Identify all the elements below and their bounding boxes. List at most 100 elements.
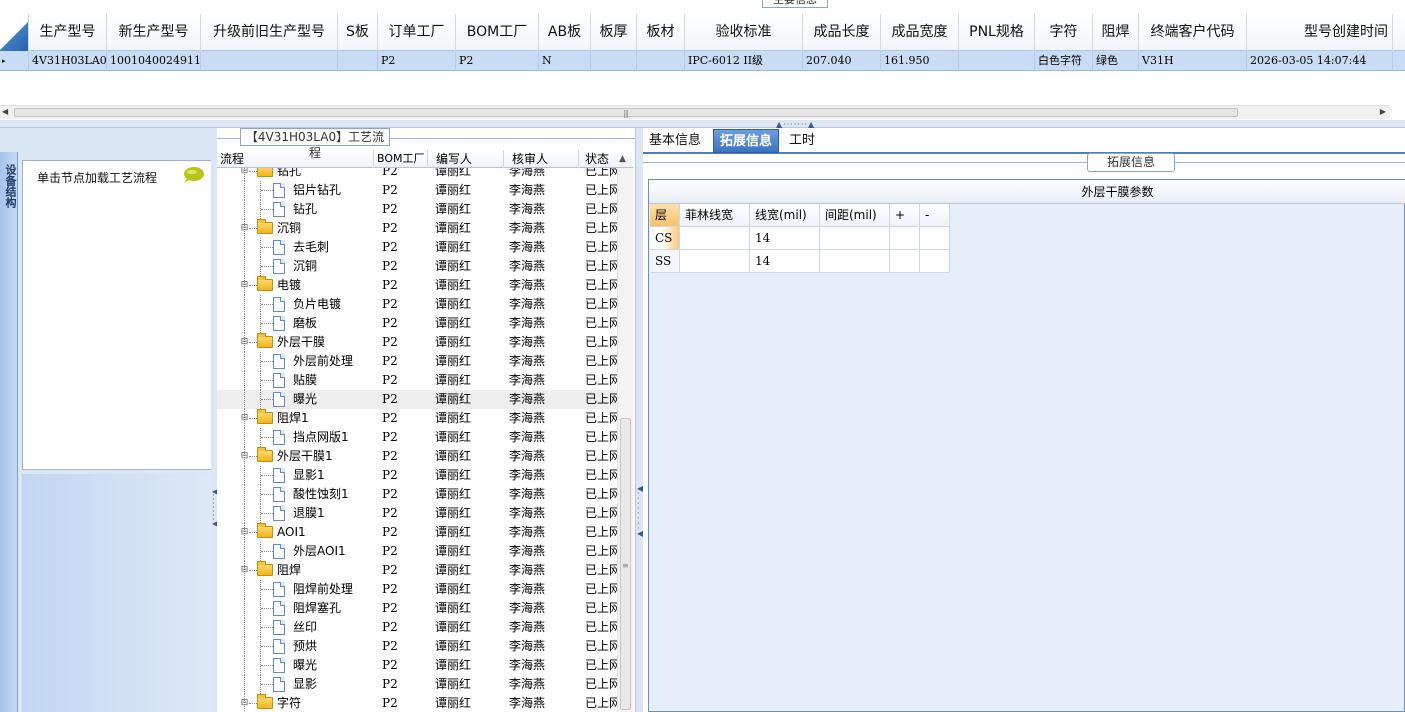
- flow-bom-cell[interactable]: P2: [379, 580, 429, 599]
- flow-step-row[interactable]: 外层前处理 P2 谭丽红 李海燕 已上网: [217, 352, 617, 371]
- flow-status-cell[interactable]: 已上网: [585, 561, 617, 580]
- grid-horizontal-scrollbar[interactable]: ◀ ||| ▶: [0, 105, 1390, 119]
- horizontal-splitter[interactable]: ▲·······▲: [0, 120, 1405, 129]
- flow-status-cell[interactable]: 已上网: [585, 200, 617, 219]
- flow-checker-cell[interactable]: 李海燕: [509, 675, 581, 694]
- col-header-status[interactable]: 状态: [579, 150, 619, 168]
- flow-checker-cell[interactable]: 李海燕: [509, 168, 581, 181]
- flow-checker-cell[interactable]: 李海燕: [509, 181, 581, 200]
- flow-checker-cell[interactable]: 李海燕: [509, 561, 581, 580]
- collapse-toggle-icon[interactable]: ⊟: [240, 528, 249, 537]
- flow-group-row[interactable]: ⊟ 沉铜 P2 谭丽红 李海燕 已上网: [217, 219, 617, 238]
- collapse-toggle-icon[interactable]: ⊟: [240, 338, 249, 347]
- cell-character[interactable]: 白色字符: [1035, 51, 1093, 71]
- flow-bom-cell[interactable]: P2: [379, 219, 429, 238]
- flow-bom-cell[interactable]: P2: [379, 371, 429, 390]
- col-header-flow[interactable]: 流程: [217, 150, 374, 168]
- flow-status-cell[interactable]: 已上网: [585, 675, 617, 694]
- flow-bom-cell[interactable]: P2: [379, 504, 429, 523]
- flow-checker-cell[interactable]: 李海燕: [509, 314, 581, 333]
- flow-writer-cell[interactable]: 谭丽红: [435, 181, 503, 200]
- flow-status-cell[interactable]: 已上网: [585, 637, 617, 656]
- flow-status-cell[interactable]: 已上网: [585, 656, 617, 675]
- flow-status-cell[interactable]: 已上网: [585, 447, 617, 466]
- flow-bom-cell[interactable]: P2: [379, 675, 429, 694]
- flow-checker-cell[interactable]: 李海燕: [509, 542, 581, 561]
- flow-bom-cell[interactable]: P2: [379, 637, 429, 656]
- flow-bom-cell[interactable]: P2: [379, 200, 429, 219]
- flow-name-cell[interactable]: ⊟ 外层干膜1: [217, 447, 374, 466]
- flow-status-cell[interactable]: 已上网: [585, 276, 617, 295]
- flow-writer-cell[interactable]: 谭丽红: [435, 675, 503, 694]
- col-header-pnl-spec[interactable]: PNL规格: [959, 14, 1035, 51]
- flow-name-cell[interactable]: 磨板: [217, 314, 374, 333]
- flow-writer-cell[interactable]: 谭丽红: [435, 466, 503, 485]
- flow-status-cell[interactable]: 已上网: [585, 219, 617, 238]
- collapse-toggle-icon[interactable]: ⊟: [240, 168, 249, 176]
- flow-checker-cell[interactable]: 李海燕: [509, 485, 581, 504]
- collapse-toggle-icon[interactable]: ⊟: [240, 699, 249, 708]
- col-header-board-thickness[interactable]: 板厚: [591, 14, 637, 51]
- param-cell[interactable]: [680, 250, 750, 273]
- flow-status-cell[interactable]: 已上网: [585, 257, 617, 276]
- flow-checker-cell[interactable]: 李海燕: [509, 694, 581, 712]
- flow-step-row[interactable]: 挡点网版1 P2 谭丽红 李海燕 已上网: [217, 428, 617, 447]
- flow-name-cell[interactable]: 去毛刺: [217, 238, 374, 257]
- cell-bom-factory[interactable]: P2: [456, 51, 539, 71]
- flow-writer-cell[interactable]: 谭丽红: [435, 371, 503, 390]
- flow-name-cell[interactable]: ⊟ 阻焊1: [217, 409, 374, 428]
- flow-name-cell[interactable]: 外层前处理: [217, 352, 374, 371]
- flow-name-cell[interactable]: 阻焊前处理: [217, 580, 374, 599]
- flow-step-row[interactable]: 磨板 P2 谭丽红 李海燕 已上网: [217, 314, 617, 333]
- flow-checker-cell[interactable]: 李海燕: [509, 238, 581, 257]
- cell-board-thickness[interactable]: [591, 51, 637, 71]
- flow-bom-cell[interactable]: P2: [379, 523, 429, 542]
- param-cell[interactable]: [820, 250, 890, 273]
- flow-writer-cell[interactable]: 谭丽红: [435, 637, 503, 656]
- process-load-panel[interactable]: 单击节点加载工艺流程: [22, 160, 212, 470]
- scrollbar-thumb[interactable]: |||: [14, 108, 1238, 118]
- flow-bom-cell[interactable]: P2: [379, 485, 429, 504]
- flow-status-cell[interactable]: 已上网: [585, 352, 617, 371]
- flow-bom-cell[interactable]: P2: [379, 181, 429, 200]
- tab-basic-info[interactable]: 基本信息: [643, 129, 707, 153]
- flow-step-row[interactable]: 去毛刺 P2 谭丽红 李海燕 已上网: [217, 238, 617, 257]
- flow-checker-cell[interactable]: 李海燕: [509, 580, 581, 599]
- scrollbar-thumb[interactable]: ≡: [620, 418, 631, 710]
- col-header-finished-length[interactable]: 成品长度: [803, 14, 881, 51]
- collapse-toggle-icon[interactable]: ⊟: [240, 281, 249, 290]
- flow-status-cell[interactable]: 已上网: [585, 371, 617, 390]
- flow-writer-cell[interactable]: 谭丽红: [435, 428, 503, 447]
- param-cell[interactable]: [920, 227, 950, 250]
- flow-writer-cell[interactable]: 谭丽红: [435, 409, 503, 428]
- flow-step-row[interactable]: 贴膜 P2 谭丽红 李海燕 已上网: [217, 371, 617, 390]
- flow-writer-cell[interactable]: 谭丽红: [435, 238, 503, 257]
- flow-checker-cell[interactable]: 李海燕: [509, 466, 581, 485]
- flow-name-cell[interactable]: 显影: [217, 675, 374, 694]
- col-header-line-width-mil[interactable]: 线宽(mil): [750, 204, 820, 227]
- flow-step-row[interactable]: 外层AOI1 P2 谭丽红 李海燕 已上网: [217, 542, 617, 561]
- flow-checker-cell[interactable]: 李海燕: [509, 599, 581, 618]
- flow-bom-cell[interactable]: P2: [379, 352, 429, 371]
- param-cell[interactable]: [890, 227, 920, 250]
- scroll-left-arrow-icon[interactable]: ◀: [2, 107, 8, 116]
- col-header-created-time[interactable]: 型号创建时间: [1247, 14, 1393, 51]
- flow-group-row[interactable]: ⊟ 阻焊1 P2 谭丽红 李海燕 已上网: [217, 409, 617, 428]
- col-header-order-factory[interactable]: 订单工厂: [378, 14, 456, 51]
- col-header-checker[interactable]: 核审人: [504, 150, 579, 168]
- col-header-customer-code[interactable]: 终端客户代码: [1139, 14, 1247, 51]
- flow-status-cell[interactable]: 已上网: [585, 238, 617, 257]
- cell-finished-width[interactable]: 161.950: [881, 51, 959, 71]
- flow-step-row[interactable]: 显影1 P2 谭丽红 李海燕 已上网: [217, 466, 617, 485]
- flow-step-row[interactable]: 沉铜 P2 谭丽红 李海燕 已上网: [217, 257, 617, 276]
- flow-writer-cell[interactable]: 谭丽红: [435, 580, 503, 599]
- flow-writer-cell[interactable]: 谭丽红: [435, 295, 503, 314]
- flow-checker-cell[interactable]: 李海燕: [509, 352, 581, 371]
- param-cell[interactable]: 14: [750, 227, 820, 250]
- cell-board-material[interactable]: [637, 51, 685, 71]
- flow-name-cell[interactable]: 预烘: [217, 637, 374, 656]
- flow-checker-cell[interactable]: 李海燕: [509, 333, 581, 352]
- add-column-button[interactable]: +: [890, 204, 920, 227]
- collapse-toggle-icon[interactable]: ⊟: [240, 566, 249, 575]
- flow-writer-cell[interactable]: 谭丽红: [435, 599, 503, 618]
